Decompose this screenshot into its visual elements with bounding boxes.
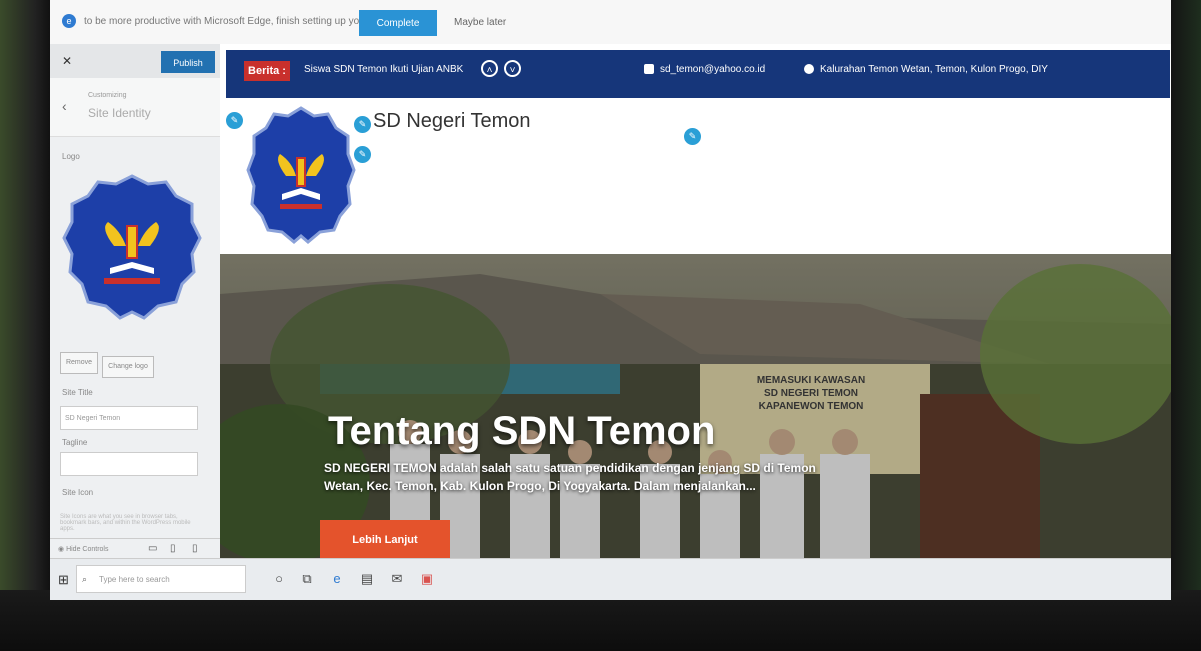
maybe-later-link[interactable]: Maybe later <box>454 17 506 28</box>
cortana-icon[interactable]: ○ <box>270 570 288 588</box>
email-text: sd_temon@yahoo.co.id <box>660 64 766 75</box>
contact-address: Kalurahan Temon Wetan, Temon, Kulon Prog… <box>804 64 1048 75</box>
mobile-icon[interactable]: ▯ <box>192 543 198 554</box>
monitor-bezel-left <box>0 0 50 651</box>
site-preview: Berita : Siswa SDN Temon Ikuti Ujian ANB… <box>220 44 1171 558</box>
hero-photo <box>220 254 1171 558</box>
sign-line: MEMASUKI KAWASAN <box>756 375 866 386</box>
edge-icon: e <box>62 14 76 28</box>
monitor-bezel-right <box>1171 0 1201 651</box>
edge-icon[interactable]: e <box>328 570 346 588</box>
hero-text: SD NEGERI TEMON adalah salah satu satuan… <box>324 461 816 493</box>
location-icon <box>804 64 814 75</box>
contact-email[interactable]: sd_temon@yahoo.co.id <box>644 64 765 75</box>
breadcrumb: Customizing <box>88 92 127 99</box>
customizer-sidebar: ✕ Publish ‹ Customizing Site Identity Lo… <box>50 44 221 559</box>
hide-controls-button[interactable]: ◉ Hide Controls <box>58 545 108 553</box>
change-logo-button[interactable]: Change logo <box>102 356 154 378</box>
sign-line: KAPANEWON TEMON <box>758 401 864 412</box>
chevron-down-icon[interactable]: ˅ <box>504 60 521 77</box>
back-icon[interactable]: ‹ <box>62 98 67 114</box>
chevron-up-icon[interactable]: ˄ <box>481 60 498 77</box>
desktop-icon[interactable]: ▭ <box>148 543 157 554</box>
site-icon-label: Site Icon <box>62 488 94 497</box>
pencil-icon[interactable]: ✎ <box>224 110 245 131</box>
search-icon: ⌕ <box>82 574 88 584</box>
tagline-label: Tagline <box>62 438 88 447</box>
remove-logo-button[interactable]: Remove <box>60 352 98 374</box>
site-title-field[interactable]: SD Negeri Temon <box>60 406 198 430</box>
site-title[interactable]: SD Negeri Temon <box>373 110 530 133</box>
task-view-icon[interactable]: ⧉ <box>298 570 316 588</box>
windows-taskbar: ⊞ Type here to search ⌕ ○ ⧉ e ▤ ✉ ▣ <box>50 558 1171 600</box>
hero-banner: Tentang SDN Temon SD NEGERI TEMON adalah… <box>220 254 1171 558</box>
store-icon[interactable]: ▣ <box>418 570 436 588</box>
site-topbar: Berita : Siswa SDN Temon Ikuti Ujian ANB… <box>226 50 1170 98</box>
screen: e to be more productive with Microsoft E… <box>50 0 1171 600</box>
read-more-button[interactable]: Lebih Lanjut <box>320 520 450 558</box>
logo-label: Logo <box>62 152 80 161</box>
hero-title: Tentang SDN Temon <box>328 409 716 453</box>
address-text: Kalurahan Temon Wetan, Temon, Kulon Prog… <box>820 64 1048 75</box>
sign-line: SD NEGERI TEMON <box>764 388 858 399</box>
hide-controls-label: Hide Controls <box>66 546 109 553</box>
section-header: ‹ Customizing Site Identity <box>50 78 220 137</box>
email-icon <box>644 64 654 75</box>
site-icon-description: Site Icons are what you see in browser t… <box>60 514 191 532</box>
close-icon[interactable]: ✕ <box>62 54 72 68</box>
site-logo[interactable] <box>246 104 356 244</box>
tablet-icon[interactable]: ▯ <box>170 543 176 554</box>
news-label: Berita : <box>244 61 290 81</box>
file-explorer-icon[interactable]: ▤ <box>358 570 376 588</box>
publish-button[interactable]: Publish <box>161 51 215 73</box>
section-title: Site Identity <box>88 106 151 120</box>
tagline-field[interactable] <box>60 452 198 476</box>
logo-preview[interactable] <box>62 172 202 322</box>
browser-notification-bar: e to be more productive with Microsoft E… <box>50 0 1171 55</box>
news-ticker[interactable]: Siswa SDN Temon Ikuti Ujian ANBK <box>304 64 463 75</box>
taskbar-search-input[interactable]: Type here to search <box>76 565 246 593</box>
mail-icon[interactable]: ✉ <box>388 570 406 588</box>
customizer-header: ✕ Publish <box>50 44 220 79</box>
site-title-label: Site Title <box>62 388 93 397</box>
windows-icon[interactable]: ⊞ <box>58 572 69 588</box>
complete-setup-button[interactable]: Complete setup <box>359 10 437 55</box>
pencil-icon[interactable]: ✎ <box>682 126 703 147</box>
customizer-footer: ◉ Hide Controls ▭ ▯ ▯ <box>50 538 220 559</box>
school-sign: MEMASUKI KAWASAN SD NEGERI TEMON KAPANEW… <box>706 374 916 413</box>
